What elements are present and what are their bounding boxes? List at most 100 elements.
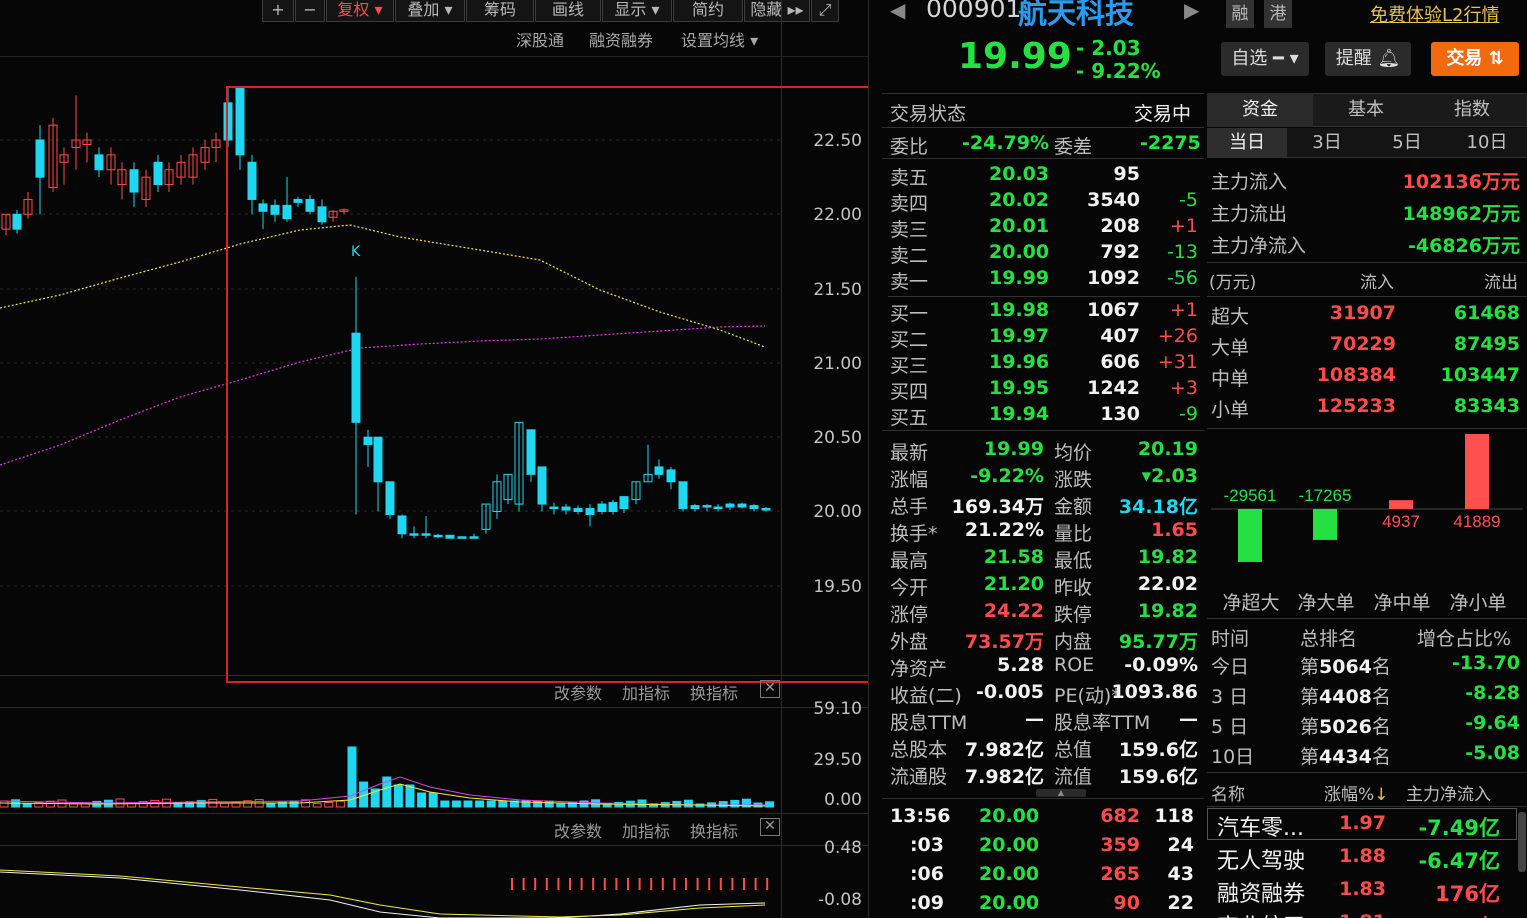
rank-value: 第5026名 [1300, 712, 1391, 739]
orderbook-level-label: 买四 [890, 381, 929, 403]
sector-pct-label: 涨幅% [1324, 785, 1375, 805]
quote-value: -0.09% [1124, 654, 1198, 676]
net-flow-bar [1389, 500, 1413, 509]
macd-tick: 0.48 [824, 838, 862, 858]
collapse-handle[interactable]: ▲ [1036, 789, 1086, 797]
volume-bar [765, 801, 775, 808]
sector-pct: 1.88 [1339, 845, 1386, 867]
trade-button[interactable]: 交易 ⇅ [1431, 42, 1519, 76]
orderbook-level-label: 卖三 [890, 219, 929, 241]
flow-unit: (万元) [1209, 273, 1257, 293]
quote-value: — [1179, 708, 1198, 730]
kline-chart [0, 86, 868, 918]
sector-name-header: 名称 [1211, 785, 1245, 805]
rank-number: 4434 [1319, 746, 1372, 768]
net-flow-name: 净小单 [1449, 592, 1507, 614]
net-flow-name: 净中单 [1373, 592, 1431, 614]
watchlist-button[interactable]: 自选 ━ ▾ [1221, 42, 1309, 76]
prev-stock-icon[interactable]: ◀ [890, 0, 905, 22]
macd-dea-line [0, 869, 766, 918]
divider [1207, 296, 1527, 297]
orderbook-level-label: 卖一 [890, 271, 929, 293]
tab-index[interactable]: 指数 [1419, 93, 1525, 127]
candle-body [573, 508, 583, 513]
tab-basic[interactable]: 基本 [1313, 93, 1419, 127]
close-icon[interactable]: ✕ [760, 680, 780, 698]
next-stock-icon[interactable]: ▶ [1184, 0, 1199, 22]
volume-bar [335, 800, 345, 808]
quote-value: 7.982亿 [964, 739, 1044, 761]
vol-change-params[interactable]: 改参数 [554, 680, 602, 704]
net-flow-bar [1465, 434, 1489, 509]
orderbook-volume: 407 [1100, 325, 1140, 347]
volume-bar [22, 803, 32, 808]
orderbook-change: -56 [1166, 267, 1198, 289]
quote-label: 总手 [890, 496, 929, 518]
volume-bar [498, 800, 508, 808]
quote-value: 5.28 [997, 654, 1044, 676]
vol-switch-indicator[interactable]: 换指标 [690, 680, 738, 704]
period-5d[interactable]: 5日 [1367, 128, 1447, 158]
macd-switch-indicator[interactable]: 换指标 [690, 818, 738, 842]
rank-pct: -9.64 [1465, 712, 1520, 734]
candle-body [561, 506, 571, 511]
quote-value: 34.18亿 [1118, 496, 1198, 518]
quote-label: 净资产 [890, 658, 948, 680]
orderbook-volume: 1242 [1087, 377, 1140, 399]
period-10d[interactable]: 10日 [1447, 128, 1527, 158]
net-flow-bar [1313, 509, 1337, 540]
flow-in-value: 31907 [1329, 302, 1396, 324]
volume-bar [475, 800, 485, 808]
divider [1207, 262, 1527, 263]
orderbook-divider [888, 296, 1200, 297]
sector-pct-header[interactable]: 涨幅%↓ [1324, 780, 1388, 805]
candle-body [666, 469, 676, 483]
quote-value: — [1025, 708, 1044, 730]
trade-status-label: 交易状态 [890, 103, 967, 125]
candle-body [761, 508, 771, 511]
sector-flow: -7.49亿 [1418, 816, 1500, 840]
tick-volume: 682 [1100, 805, 1140, 827]
candle-body [619, 496, 629, 510]
close-icon[interactable]: ✕ [760, 818, 780, 836]
candle-body [247, 161, 257, 200]
macd-change-params[interactable]: 改参数 [554, 818, 602, 842]
alert-button[interactable]: 提醒 🔔︎ [1325, 42, 1411, 76]
rank-prefix: 第 [1300, 656, 1320, 678]
orderbook-volume: 95 [1113, 163, 1140, 185]
orderbook-price: 20.01 [989, 215, 1050, 237]
rank-time: 今日 [1211, 656, 1250, 678]
main-flow-label: 主力流出 [1211, 203, 1288, 225]
sector-flow: -6.47亿 [1418, 849, 1500, 873]
k-marker: K [351, 244, 361, 260]
hk-badge[interactable]: 港 [1264, 0, 1292, 28]
vol-add-indicator[interactable]: 加指标 [622, 680, 670, 704]
orderbook-volume: 1067 [1087, 299, 1140, 321]
flow-in-header: 流入 [1360, 273, 1394, 293]
net-flow-label: 41889 [1453, 512, 1500, 531]
rank-pct: -8.28 [1465, 682, 1520, 704]
l2-trial-link[interactable]: 免费体验L2行情 [1370, 1, 1499, 27]
trade-label: 交易 [1446, 48, 1483, 69]
bid-ratio-value: -24.79% [962, 132, 1050, 154]
scrollbar-thumb[interactable] [1518, 812, 1526, 872]
candle-body [282, 204, 292, 220]
orderbook-change: +26 [1157, 325, 1198, 347]
period-3d[interactable]: 3日 [1287, 128, 1367, 158]
period-today[interactable]: 当日 [1207, 128, 1287, 158]
sector-flow: 176亿 [1435, 882, 1500, 906]
volume-bar [486, 800, 496, 808]
orderbook-change: +3 [1169, 377, 1198, 399]
orderbook-price: 19.94 [989, 403, 1050, 425]
tab-funds[interactable]: 资金 [1207, 93, 1313, 127]
rank-header: 总排名 [1300, 628, 1358, 650]
macd-panel [0, 869, 769, 918]
divider [882, 127, 1204, 128]
quote-value: ▾2.03 [1141, 465, 1198, 487]
macd-add-indicator[interactable]: 加指标 [622, 818, 670, 842]
quote-value: 1.65 [1151, 519, 1198, 541]
watchlist-label: 自选 [1231, 48, 1268, 69]
candle-body [153, 161, 163, 186]
quote-label: 换手* [890, 523, 938, 545]
margin-badge[interactable]: 融 [1226, 0, 1254, 28]
